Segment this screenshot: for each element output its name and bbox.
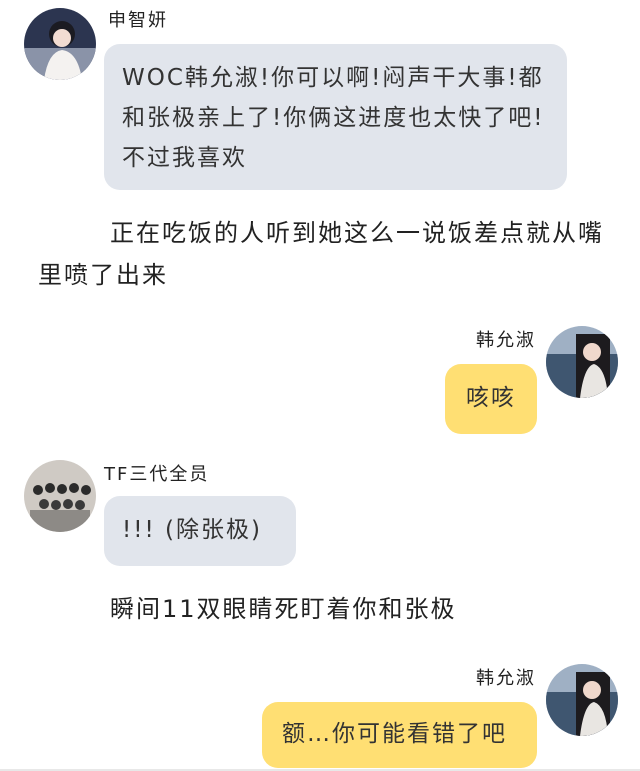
avatar[interactable]: [546, 326, 618, 398]
avatar[interactable]: [24, 8, 96, 80]
message-bubble[interactable]: 咳咳: [445, 364, 537, 434]
narration-text: 正在吃饭的人听到她这么一说饭差点就从嘴里喷了出来: [38, 219, 604, 289]
sender-name: 韩允淑: [476, 330, 536, 351]
message-bubble[interactable]: WOC韩允淑!你可以啊!闷声干大事!都和张极亲上了!你俩这进度也太快了吧!不过我…: [104, 44, 567, 190]
avatar[interactable]: [546, 664, 618, 736]
avatar-image: [24, 460, 96, 532]
sender-name: TF三代全员: [104, 464, 210, 485]
avatar-image: [546, 664, 618, 736]
avatar[interactable]: [24, 460, 96, 532]
message-bubble[interactable]: 额…你可能看错了吧: [262, 702, 537, 768]
message-bubble[interactable]: !!! (除张极): [104, 496, 296, 566]
avatar-image: [546, 326, 618, 398]
sender-name: 申智妍: [108, 10, 168, 31]
avatar-image: [24, 8, 96, 80]
narration-text: 瞬间11双眼睛死盯着你和张极: [110, 595, 457, 623]
sender-name: 韩允淑: [476, 668, 536, 689]
